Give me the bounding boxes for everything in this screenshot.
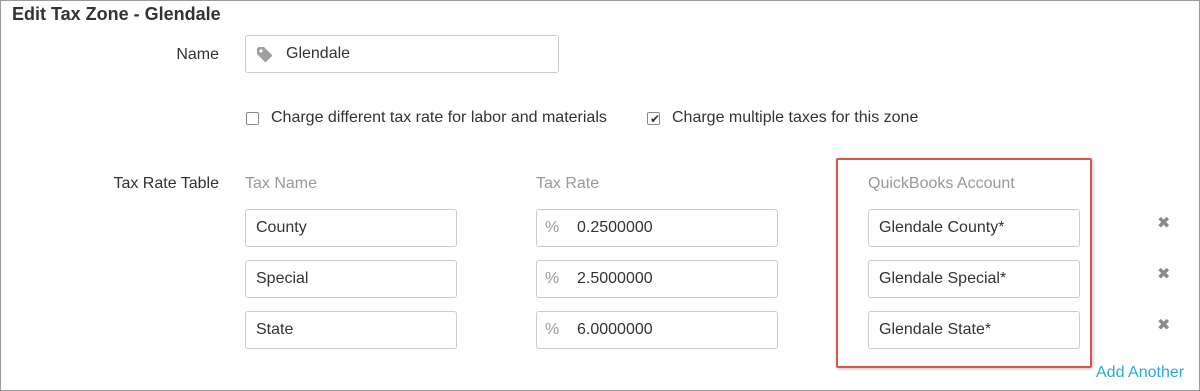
name-input-value: Glendale: [286, 45, 351, 62]
tax-rate-table-label: Tax Rate Table: [113, 175, 219, 192]
edit-tax-zone-panel: Edit Tax Zone - Glendale Name Glendale C…: [0, 0, 1200, 391]
tax-rate-input[interactable]: % 2.5000000: [536, 260, 778, 298]
quickbooks-account-input[interactable]: Glendale County*: [868, 209, 1080, 247]
tax-name-input[interactable]: Special: [245, 260, 457, 298]
remove-row-icon[interactable]: ✖: [1157, 315, 1170, 335]
labor-materials-checkbox[interactable]: [246, 112, 259, 125]
tax-rate-value: 2.5000000: [577, 270, 653, 287]
percent-prefix: %: [545, 321, 560, 338]
tag-icon: [257, 47, 273, 63]
column-header-quickbooks-account: QuickBooks Account: [868, 175, 1015, 192]
add-another-link[interactable]: Add Another: [1096, 364, 1184, 382]
page-title: Edit Tax Zone - Glendale: [12, 4, 221, 24]
name-input[interactable]: Glendale: [245, 35, 559, 73]
tax-rate-input[interactable]: % 0.2500000: [536, 209, 778, 247]
multiple-taxes-label: Charge multiple taxes for this zone: [672, 109, 919, 126]
percent-prefix: %: [545, 270, 560, 287]
percent-prefix: %: [545, 219, 560, 236]
column-header-tax-name: Tax Name: [245, 175, 318, 192]
tax-name-input[interactable]: County: [245, 209, 457, 247]
quickbooks-account-input[interactable]: Glendale State*: [868, 311, 1080, 349]
check-icon: ✔: [650, 112, 661, 126]
labor-materials-label: Charge different tax rate for labor and …: [271, 109, 607, 126]
tax-rate-value: 6.0000000: [577, 321, 653, 338]
tax-rate-value: 0.2500000: [577, 219, 653, 236]
remove-row-icon[interactable]: ✖: [1157, 213, 1170, 233]
remove-row-icon[interactable]: ✖: [1157, 264, 1170, 284]
tax-name-input[interactable]: State: [245, 311, 457, 349]
quickbooks-account-input[interactable]: Glendale Special*: [868, 260, 1080, 298]
column-header-tax-rate: Tax Rate: [536, 175, 600, 192]
multiple-taxes-checkbox[interactable]: ✔: [647, 112, 661, 126]
name-label: Name: [176, 46, 219, 63]
tax-rate-input[interactable]: % 6.0000000: [536, 311, 778, 349]
